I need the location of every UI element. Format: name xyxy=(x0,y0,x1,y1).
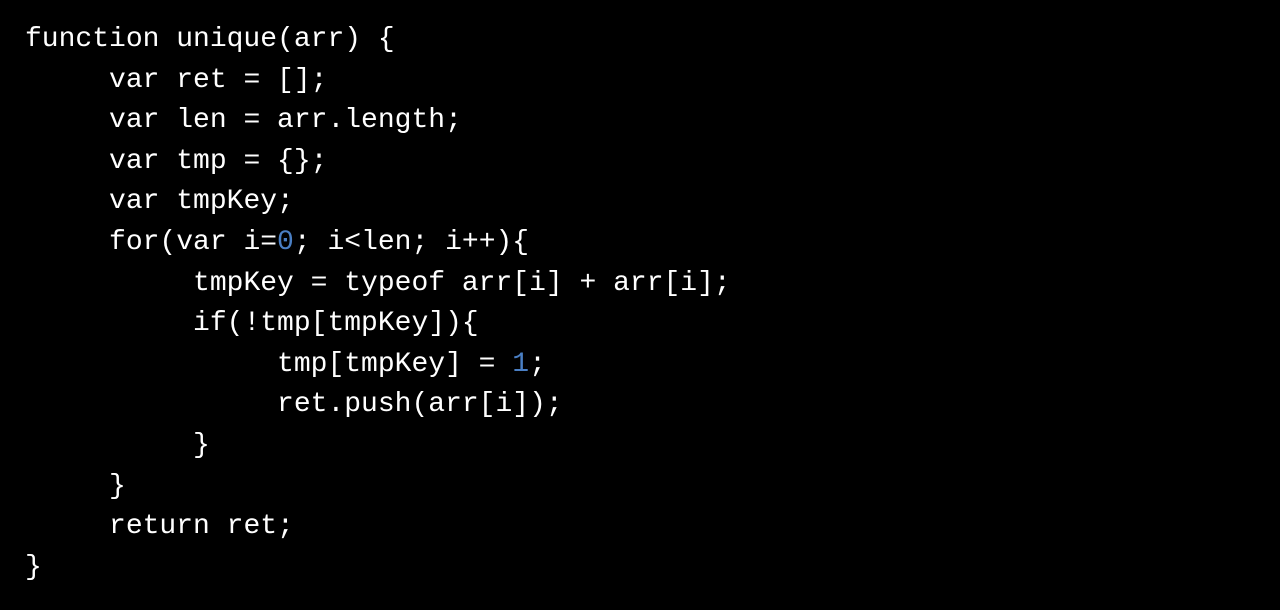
code-line: ret.push(arr[i]); xyxy=(25,385,1255,426)
code-line: tmpKey = typeof arr[i] + arr[i]; xyxy=(25,264,1255,305)
code-line: var tmp = {}; xyxy=(25,142,1255,183)
code-text: ; i<len; i++){ xyxy=(294,227,529,258)
code-text: } xyxy=(25,552,42,583)
code-text: var tmpKey; xyxy=(109,186,294,217)
code-line: return ret; xyxy=(25,507,1255,548)
code-text: ret.push(arr[i]); xyxy=(277,389,563,420)
code-text: var ret = []; xyxy=(109,65,327,96)
code-text: return ret; xyxy=(109,511,294,542)
code-line: var len = arr.length; xyxy=(25,101,1255,142)
code-text: var tmp = {}; xyxy=(109,146,327,177)
code-text: for(var i= xyxy=(109,227,277,258)
code-line: var ret = []; xyxy=(25,61,1255,102)
code-line: for(var i=0; i<len; i++){ xyxy=(25,223,1255,264)
code-text: if(!tmp[tmpKey]){ xyxy=(193,308,479,339)
code-line: } xyxy=(25,426,1255,467)
code-block: function unique(arr) { var ret = []; var… xyxy=(25,20,1255,588)
code-number: 0 xyxy=(277,227,294,258)
code-line: function unique(arr) { xyxy=(25,20,1255,61)
code-text: } xyxy=(193,430,210,461)
code-line: } xyxy=(25,548,1255,589)
code-line: } xyxy=(25,467,1255,508)
code-text: function unique(arr) { xyxy=(25,24,395,55)
code-line: if(!tmp[tmpKey]){ xyxy=(25,304,1255,345)
code-text: } xyxy=(109,471,126,502)
code-text: ; xyxy=(529,349,546,380)
code-text: tmp[tmpKey] = xyxy=(277,349,512,380)
code-text: tmpKey = typeof arr[i] + arr[i]; xyxy=(193,268,731,299)
code-line: tmp[tmpKey] = 1; xyxy=(25,345,1255,386)
code-line: var tmpKey; xyxy=(25,182,1255,223)
code-number: 1 xyxy=(512,349,529,380)
code-text: var len = arr.length; xyxy=(109,105,462,136)
